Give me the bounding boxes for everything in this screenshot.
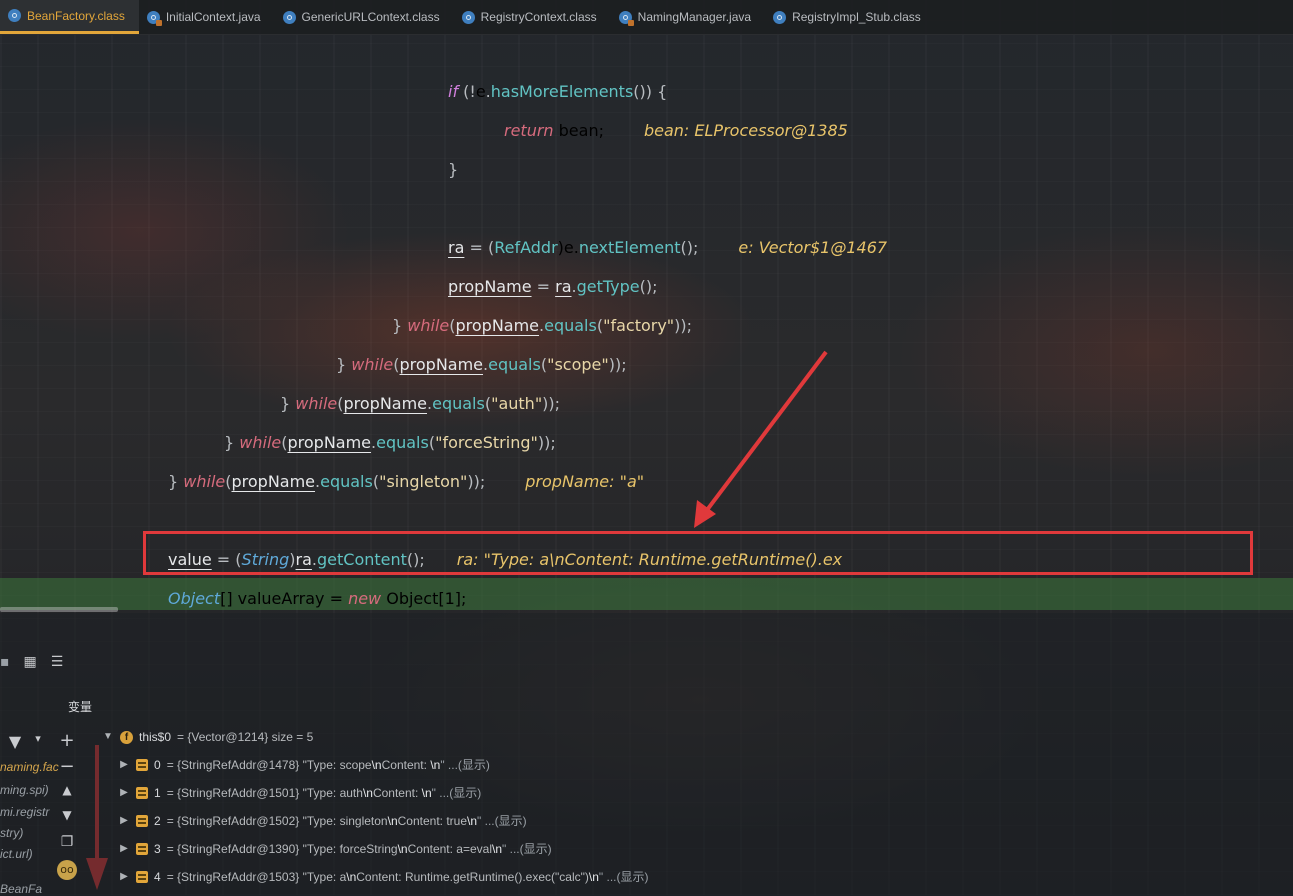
variable-index: 2 [154,814,161,828]
variable-value: = {StringRefAddr@1390} "Type: forceStrin… [166,842,552,856]
variable-value: = {StringRefAddr@1503} "Type: a\nContent… [166,870,649,884]
array-element-icon [136,759,148,771]
variable-value: = {Vector@1214} size = 5 [177,730,314,744]
variable-tree-item[interactable]: ▶ 2 = {StringRefAddr@1502} "Type: single… [118,808,527,834]
chevron-down-icon[interactable]: ▾ [28,732,48,745]
frame-item[interactable]: ict.url) [0,847,33,861]
variable-index: 4 [154,870,161,884]
move-down-icon[interactable]: ▼ [57,808,77,822]
array-element-icon [136,815,148,827]
copy-icon[interactable]: ❐ [57,834,77,850]
table-view-icon[interactable]: ▦ [24,654,37,670]
debugger-toolbar: ▪ ▦ ☰ [0,648,63,676]
variable-tree-item[interactable]: ▶ 4 = {StringRefAddr@1503} "Type: a\nCon… [118,864,648,890]
variable-value: = {StringRefAddr@1502} "Type: singleton\… [166,814,527,828]
frame-item[interactable]: BeanFa [0,882,42,896]
frame-item[interactable]: ming.spi) [0,783,49,797]
annotation-arrow-line [702,350,828,516]
field-info-icon: f [120,730,133,744]
chevron-right-icon[interactable]: ▶ [118,808,130,834]
chevron-down-icon[interactable]: ▼ [102,724,114,750]
variable-index: 0 [154,758,161,772]
chevron-right-icon[interactable]: ▶ [118,780,130,806]
variables-panel-title: 变量 [68,700,93,714]
list-view-icon[interactable]: ☰ [51,654,64,670]
variable-index: 3 [154,842,161,856]
move-up-icon[interactable]: ▲ [57,783,77,797]
variable-tree-root[interactable]: ▼ f this$0 = {Vector@1214} size = 5 [102,724,313,750]
array-element-icon [136,787,148,799]
add-watch-icon[interactable]: + [57,730,77,751]
array-element-icon [136,843,148,855]
variable-tree-item[interactable]: ▶ 1 = {StringRefAddr@1501} "Type: auth\n… [118,780,481,806]
filter-icon[interactable]: ▼ [5,732,25,751]
chevron-right-icon[interactable]: ▶ [118,864,130,890]
glasses-icon[interactable]: oo [57,860,77,880]
variable-value: = {StringRefAddr@1478} "Type: scope\nCon… [166,758,490,772]
array-element-icon [136,871,148,883]
frame-item[interactable]: naming.fac [0,760,59,774]
variable-value: = {StringRefAddr@1501} "Type: auth\nCont… [166,786,482,800]
chevron-right-icon[interactable]: ▶ [118,836,130,862]
chevron-right-icon[interactable]: ▶ [118,752,130,778]
variable-tree-item[interactable]: ▶ 3 = {StringRefAddr@1390} "Type: forceS… [118,836,552,862]
frame-item[interactable]: mi.registr [0,805,49,819]
toolbar-edge-icon[interactable]: ▪ [0,654,10,670]
variable-name: this$0 [139,730,172,744]
frame-item[interactable]: stry) [0,826,23,840]
remove-watch-icon[interactable]: − [57,756,77,777]
variable-tree-item[interactable]: ▶ 0 = {StringRefAddr@1478} "Type: scope\… [118,752,490,778]
variable-index: 1 [154,786,161,800]
